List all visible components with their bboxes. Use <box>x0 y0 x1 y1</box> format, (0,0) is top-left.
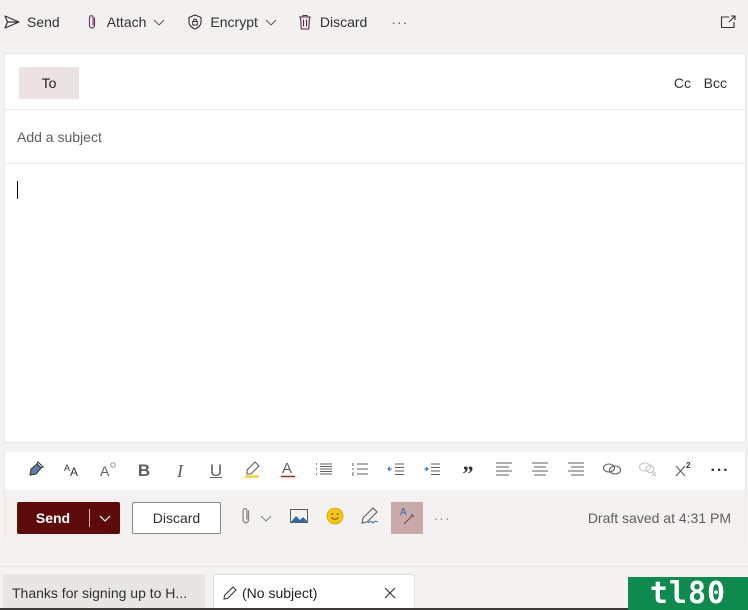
decrease-indent-button[interactable] <box>378 453 414 489</box>
more-options-button[interactable]: ··· <box>431 502 453 534</box>
shield-lock-icon <box>187 14 203 30</box>
increase-indent-button[interactable] <box>414 453 450 489</box>
superscript-button[interactable]: 2 <box>666 453 702 489</box>
formatting-toolbar: AA A B I U A ” 2 ··· <box>4 452 746 490</box>
chevron-down-icon[interactable] <box>265 16 277 28</box>
toolbar-more-button[interactable]: ··· <box>391 0 408 44</box>
cc-button[interactable]: Cc <box>674 75 691 91</box>
numbered-list-icon <box>351 462 369 481</box>
tab-thanks-for-signing-up[interactable]: Thanks for signing up to H... <box>3 574 205 610</box>
text-caret <box>17 181 18 199</box>
command-bar: Send Attach Encrypt Discard ··· <box>0 0 748 44</box>
bold-icon: B <box>137 461 151 480</box>
toolbar-send-button[interactable]: Send <box>4 0 60 44</box>
svg-text:A: A <box>70 465 78 477</box>
send-button[interactable]: Send <box>17 502 120 534</box>
message-body-editor[interactable] <box>5 164 745 442</box>
more-icon: ··· <box>710 462 730 479</box>
insert-picture-button[interactable] <box>287 502 311 534</box>
align-right-button[interactable] <box>558 453 594 489</box>
align-center-button[interactable] <box>522 453 558 489</box>
italic-icon: I <box>177 460 183 481</box>
font-color-button[interactable]: A <box>270 453 306 489</box>
popout-icon[interactable] <box>720 14 736 30</box>
underline-button[interactable]: U <box>198 453 234 489</box>
close-icon[interactable] <box>384 587 396 599</box>
watermark-logo: tl80 <box>628 576 748 610</box>
send-icon <box>4 14 20 30</box>
numbering-button[interactable] <box>342 453 378 489</box>
tab-label: (No subject) <box>242 585 318 601</box>
more-icon: ··· <box>433 510 451 526</box>
format-painter-button[interactable] <box>18 453 54 489</box>
svg-text:2: 2 <box>686 461 691 470</box>
font-size-icon: AA <box>63 461 81 482</box>
toolbar-discard-label: Discard <box>319 14 368 30</box>
draft-status: Draft saved at 4:31 PM <box>587 510 731 526</box>
underline-icon: U <box>209 461 223 480</box>
italic-button[interactable]: I <box>162 453 198 489</box>
insert-signature-button[interactable] <box>357 502 381 534</box>
pencil-icon <box>223 586 237 600</box>
editor-icon: A <box>398 506 416 531</box>
svg-text:A: A <box>282 460 292 477</box>
discard-button[interactable]: Discard <box>132 502 221 534</box>
indent-icon <box>423 462 441 481</box>
compose-form: To Cc Bcc <box>4 53 746 443</box>
toolbar-encrypt-button[interactable]: Encrypt <box>187 0 277 44</box>
align-left-button[interactable] <box>486 453 522 489</box>
bold-button[interactable]: B <box>126 453 162 489</box>
toolbar-discard-button[interactable]: Discard <box>297 0 367 44</box>
send-button-label: Send <box>35 510 71 526</box>
editor-button[interactable]: A <box>391 502 423 534</box>
align-left-icon <box>495 462 513 481</box>
link-icon <box>602 462 622 481</box>
bcc-button[interactable]: Bcc <box>704 75 727 91</box>
unlink-icon <box>638 461 658 482</box>
tab-label: Thanks for signing up to H... <box>12 584 188 601</box>
text-effects-icon: A <box>99 461 117 482</box>
more-icon: ··· <box>391 14 409 30</box>
toolbar-attach-label: Attach <box>106 14 147 30</box>
picture-icon <box>290 508 308 528</box>
send-options-chevron-icon[interactable] <box>90 512 120 524</box>
emoji-icon <box>326 507 344 530</box>
toolbar-attach-button[interactable]: Attach <box>84 0 166 44</box>
paperclip-icon <box>241 507 251 530</box>
superscript-icon: 2 <box>675 461 693 482</box>
align-right-icon <box>567 462 585 481</box>
remove-link-button[interactable] <box>630 453 666 489</box>
highlight-button[interactable] <box>234 453 270 489</box>
toolbar-encrypt-label: Encrypt <box>210 14 258 30</box>
attach-button[interactable] <box>237 502 255 534</box>
bullets-button[interactable] <box>306 453 342 489</box>
paintbrush-icon <box>27 460 45 483</box>
font-color-icon: A <box>280 460 296 483</box>
quote-icon: ” <box>462 461 474 486</box>
svg-text:A: A <box>100 463 110 477</box>
outdent-icon <box>387 462 405 481</box>
chevron-down-icon[interactable] <box>153 16 165 28</box>
text-effects-button[interactable]: A <box>90 453 126 489</box>
trash-icon <box>297 14 313 30</box>
attach-options-chevron-icon[interactable] <box>258 502 274 534</box>
compose-footer: Send Discard A ··· Draft saved at 4:31 P… <box>4 490 746 542</box>
font-size-button[interactable]: AA <box>54 453 90 489</box>
paperclip-icon <box>84 14 100 30</box>
subject-input[interactable] <box>17 126 717 148</box>
insert-link-button[interactable] <box>594 453 630 489</box>
bullet-list-icon <box>315 462 333 481</box>
tab-no-subject[interactable]: (No subject) <box>213 574 415 610</box>
insert-emoji-button[interactable] <box>323 502 347 534</box>
recipients-row: To Cc Bcc <box>5 54 745 110</box>
toolbar-send-label: Send <box>27 14 60 30</box>
subject-row <box>5 110 745 164</box>
to-button[interactable]: To <box>19 67 79 99</box>
quote-button[interactable]: ” <box>450 453 486 489</box>
svg-text:A: A <box>400 507 407 518</box>
signature-pen-icon <box>359 506 379 530</box>
align-center-icon <box>531 462 549 481</box>
more-formatting-button[interactable]: ··· <box>702 453 738 489</box>
highlighter-icon <box>243 460 261 483</box>
